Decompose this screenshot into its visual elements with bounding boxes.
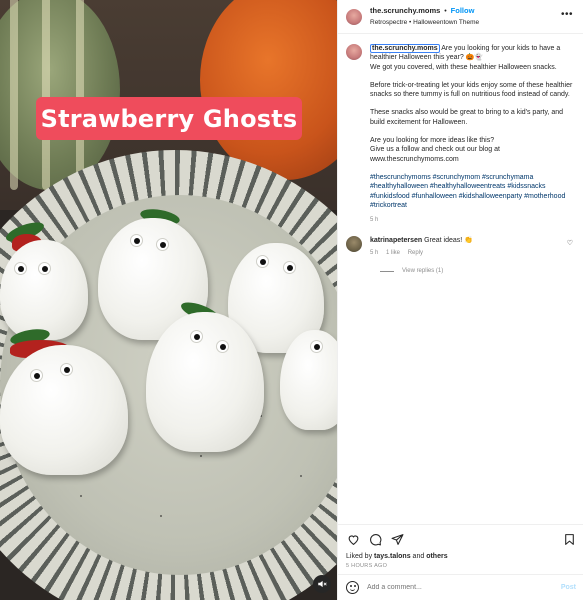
caption-paragraph-4b: Give us a follow and check out our blog … <box>370 146 500 154</box>
comment-item: katrinapetersen Great ideas! 👏 5 h 1 lik… <box>346 236 575 258</box>
ghost-strawberry-1 <box>0 240 88 340</box>
bookmark-icon[interactable] <box>562 532 576 546</box>
comment-icon[interactable] <box>368 532 382 546</box>
header-separator: • <box>444 8 447 15</box>
avatar[interactable] <box>346 44 362 60</box>
heart-icon[interactable] <box>346 532 360 546</box>
comment-age: 5 h <box>370 250 379 257</box>
comment-username[interactable]: katrinapetersen <box>370 237 422 244</box>
avatar[interactable] <box>346 236 362 253</box>
avatar[interactable] <box>346 8 362 25</box>
view-replies-button[interactable]: View replies (1) <box>380 268 575 274</box>
mute-button[interactable] <box>313 575 331 593</box>
add-comment-bar: Post <box>338 574 583 600</box>
ghost-strawberry-4 <box>0 345 128 475</box>
heart-icon[interactable]: ♡ <box>567 239 573 247</box>
liked-by: Liked by tays.talons and others <box>346 553 576 560</box>
blog-link[interactable]: www.thescrunchymoms.com <box>370 155 575 164</box>
caption-paragraph-4a: Are you looking for more ideas like this… <box>370 137 495 145</box>
caption-paragraph-2: Before trick-or-treating let your kids e… <box>370 81 573 99</box>
post-actions: Liked by tays.talons and others 5 HOURS … <box>338 524 583 574</box>
liked-by-user[interactable]: tays.talons <box>374 553 411 560</box>
share-icon[interactable] <box>390 532 404 546</box>
caption: the.scrunchy.moms Are you looking for yo… <box>346 44 575 225</box>
audio-label[interactable]: Retrospectre • Halloweentown Theme <box>370 17 479 28</box>
liked-by-and: and <box>410 553 427 560</box>
post-button[interactable]: Post <box>561 584 576 591</box>
post-header: the.scrunchy.moms • Follow Retrospectre … <box>338 0 583 34</box>
liked-by-others[interactable]: others <box>426 553 447 560</box>
header-username[interactable]: the.scrunchy.moms <box>370 6 440 15</box>
comments-section: the.scrunchy.moms Are you looking for yo… <box>338 34 583 274</box>
caption-age: 5 h <box>370 217 379 224</box>
post-image[interactable]: Strawberry Ghosts <box>0 0 337 600</box>
instagram-post-view: Strawberry Ghosts the.scrunchy.moms • Fo… <box>0 0 583 600</box>
divider <box>380 270 394 272</box>
liked-by-prefix: Liked by <box>346 553 375 560</box>
comment-likes[interactable]: 1 like <box>386 250 400 256</box>
overlay-title: Strawberry Ghosts <box>36 97 302 140</box>
caption-paragraph-3: These snacks also would be great to brin… <box>370 109 564 126</box>
post-details-panel: the.scrunchy.moms • Follow Retrospectre … <box>337 0 583 600</box>
post-timestamp: 5 HOURS AGO <box>346 563 388 569</box>
ellipsis-icon[interactable]: ••• <box>561 10 573 20</box>
comment-input[interactable] <box>367 584 547 591</box>
hashtags[interactable]: #thescrunchymoms #scrunchymom #scrunchym… <box>370 173 575 210</box>
follow-button[interactable]: Follow <box>451 6 475 15</box>
reply-button[interactable]: Reply <box>408 250 423 256</box>
caption-username[interactable]: the.scrunchy.moms <box>370 44 440 53</box>
speaker-muted-icon <box>318 580 327 588</box>
emoji-icon[interactable] <box>346 581 359 594</box>
ghost-strawberry-5 <box>146 312 264 452</box>
caption-line-2: We got you covered, with these healthier… <box>370 63 557 71</box>
view-replies-label: View replies (1) <box>402 268 444 275</box>
comment-text: Great ideas! 👏 <box>424 237 473 245</box>
